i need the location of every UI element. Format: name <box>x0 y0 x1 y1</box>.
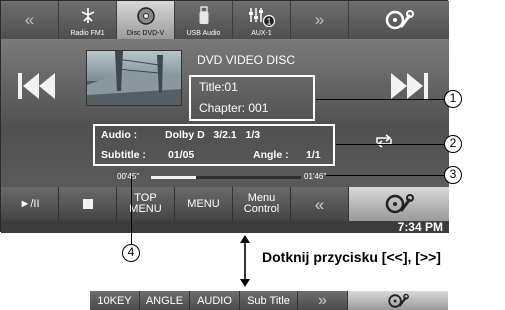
disc-icon <box>136 6 156 28</box>
video-thumbnail <box>86 50 182 106</box>
alternate-control-bar: 10KEY ANGLE AUDIO Sub Title » <box>90 291 448 310</box>
hint-text: Dotknij przycisku [<<], [>>] <box>262 249 441 265</box>
subtitle-label-button: Sub Title <box>247 294 290 307</box>
dvd-player-screen: « Radio FM1 Disc DVD-V USB Audio 1 AUX-1 <box>0 0 449 234</box>
elapsed-time: 00'45" <box>117 172 140 181</box>
status-strip: 7:34 PM <box>1 220 449 234</box>
progress-track[interactable] <box>151 176 301 179</box>
disc-wrench-icon <box>388 293 409 308</box>
source-next-button[interactable]: » <box>291 1 349 39</box>
play-pause-button[interactable]: ►/II <box>1 187 59 221</box>
progress-fill <box>151 176 196 179</box>
source-label: AUX-1 <box>251 30 272 37</box>
source-radio-button[interactable]: Radio FM1 <box>59 1 117 39</box>
10key-label: 10KEY <box>97 294 132 307</box>
antenna-icon <box>80 6 96 26</box>
source-prev-button[interactable]: « <box>1 1 59 39</box>
forward-button[interactable]: » <box>298 291 348 310</box>
source-label: Disc DVD-V <box>126 30 165 37</box>
skip-back-icon <box>18 73 55 99</box>
source-usb-button[interactable]: USB Audio <box>175 1 233 39</box>
back-icon: « <box>314 194 325 214</box>
audio-label-button: AUDIO <box>197 294 232 307</box>
setup-disc-button[interactable] <box>349 187 449 221</box>
next-icon: » <box>314 10 325 29</box>
playback-area: DVD VIDEO DISC Title:01 Chapter: 001 Aud… <box>1 39 449 187</box>
aux-badge: 1 <box>266 17 271 27</box>
menu-control-label-2: Control <box>243 203 280 215</box>
disc-wrench-icon <box>385 194 414 214</box>
angle-label-button: ANGLE <box>145 294 184 307</box>
back-button[interactable]: « <box>291 187 349 221</box>
source-bar: « Radio FM1 Disc DVD-V USB Audio 1 AUX-1 <box>1 1 449 39</box>
audio-button[interactable]: AUDIO <box>190 291 240 310</box>
usb-icon <box>198 6 210 28</box>
disc-type-title: DVD VIDEO DISC <box>197 53 296 67</box>
source-disc-button[interactable]: Disc DVD-V <box>117 1 175 39</box>
setup-disc-button-alt[interactable] <box>348 291 448 310</box>
remaining-time: 01'46" <box>304 172 327 181</box>
repeat-button[interactable] <box>373 134 395 148</box>
prev-icon: « <box>24 10 35 29</box>
equalizer-icon: 1 <box>248 6 276 30</box>
callout-2-leader <box>336 144 444 145</box>
callout-4: 4 <box>122 244 140 262</box>
stop-icon <box>82 199 93 209</box>
skip-back-button[interactable] <box>15 69 59 103</box>
setup-button[interactable] <box>349 1 449 39</box>
top-menu-label-2: MENU <box>129 203 162 215</box>
source-aux-button[interactable]: 1 AUX-1 <box>233 1 291 39</box>
play-pause-icon: ►/II <box>19 197 40 210</box>
chapter-number: Chapter: 001 <box>199 101 269 115</box>
callout-3-leader <box>326 175 444 176</box>
callout-1: 1 <box>444 90 462 108</box>
control-bar: ►/II TOP MENU MENU Menu Control « <box>1 187 449 221</box>
callout-2: 2 <box>444 135 462 153</box>
subtitle-button[interactable]: Sub Title <box>240 291 298 310</box>
angle-button[interactable]: ANGLE <box>140 291 190 310</box>
repeat-icon <box>376 134 392 148</box>
callout-3: 3 <box>444 166 462 184</box>
disc-wrench-icon <box>384 9 414 33</box>
angle-label: Angle : <box>253 149 289 161</box>
menu-control-button[interactable]: Menu Control <box>233 187 291 221</box>
skip-forward-icon <box>391 73 428 99</box>
forward-icon: » <box>318 291 327 309</box>
10key-button[interactable]: 10KEY <box>90 291 140 310</box>
callout-4-leader <box>131 176 132 244</box>
menu-label: MENU <box>187 197 220 210</box>
title-number: Title:01 <box>199 80 238 94</box>
stop-button[interactable] <box>59 187 117 221</box>
top-menu-button[interactable]: TOP MENU <box>117 187 175 221</box>
callout-1-leader <box>316 99 444 100</box>
menu-button[interactable]: MENU <box>175 187 233 221</box>
audio-value: Dolby D 3/2.1 1/3 <box>165 129 261 141</box>
source-label: Radio FM1 <box>70 30 105 37</box>
audio-label: Audio : <box>101 129 138 141</box>
source-label: USB Audio <box>186 30 221 37</box>
clock: 7:34 PM <box>397 220 443 234</box>
subtitle-label: Subtitle : <box>101 149 146 161</box>
double-arrow-icon <box>239 234 251 288</box>
subtitle-value: 01/05 <box>168 149 195 161</box>
skip-forward-button[interactable] <box>387 69 431 103</box>
angle-value: 1/1 <box>306 149 321 161</box>
